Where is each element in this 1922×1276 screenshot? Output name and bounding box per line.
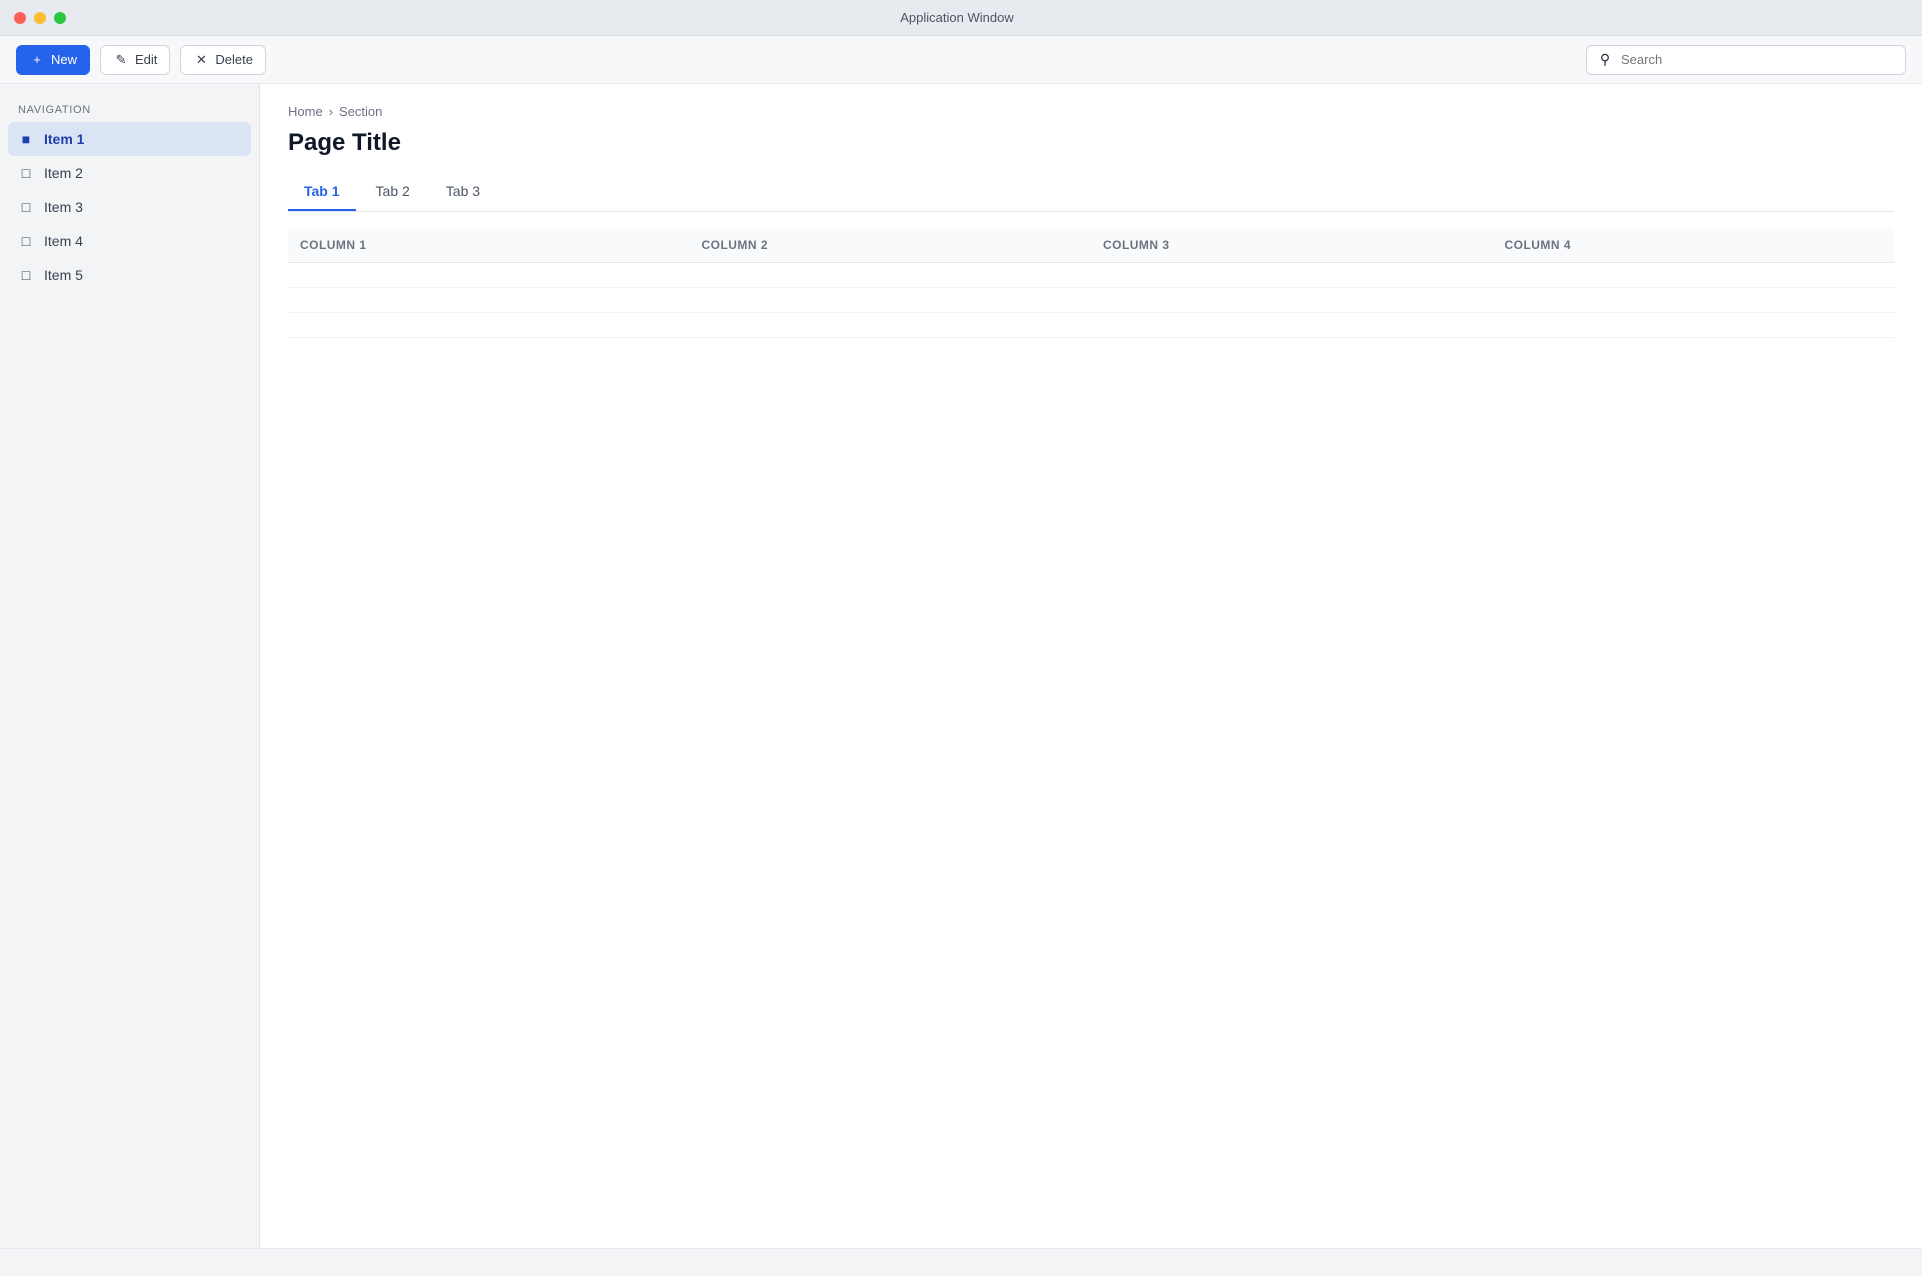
table-cell (288, 287, 690, 313)
breadcrumb-current: Section (339, 104, 383, 119)
toolbar: + New ✎ Edit ✕ Delete ⚲ (0, 36, 1922, 84)
table-cell (288, 312, 690, 338)
column-header[interactable]: Column 1 (288, 228, 690, 263)
table-row[interactable] (288, 287, 1894, 313)
main-content: Home › Section Page Title Tab 1 Tab 2 Ta… (260, 84, 1922, 1248)
table-header-row: Column 1 Column 2 Column 3 Column 4 (288, 228, 1894, 263)
table-cell (689, 262, 1091, 288)
sidebar-item-label: Item 4 (44, 233, 83, 249)
breadcrumb-separator: › (328, 104, 334, 119)
new-button[interactable]: + New (16, 44, 91, 75)
table-cell (1492, 312, 1894, 338)
folder-icon: ■ (21, 131, 31, 147)
app-window: Application Window + New ✎ Edit ✕ Delete… (0, 0, 1922, 1276)
folder-icon: □ (21, 199, 31, 215)
sidebar-item[interactable]: ■ Item 1 (8, 122, 251, 156)
table-row[interactable] (288, 262, 1894, 288)
sidebar-item[interactable]: □ Item 3 (8, 190, 251, 224)
app-body: Navigation ■ Item 1 □ Item 2 □ Item 3 □ … (0, 84, 1922, 1248)
edit-button-label: Edit (135, 52, 158, 67)
sidebar-item[interactable]: □ Item 5 (8, 258, 251, 292)
table-cell (1091, 262, 1493, 288)
folder-icon: □ (21, 165, 31, 181)
search-box: ⚲ (1586, 44, 1906, 75)
tab[interactable]: Tab 2 (360, 173, 426, 211)
tab[interactable]: Tab 1 (288, 173, 356, 211)
plus-icon: + (33, 52, 41, 67)
status-bar (0, 1248, 1922, 1276)
breadcrumb-link[interactable]: Home (288, 104, 323, 119)
sidebar-item[interactable]: □ Item 2 (8, 156, 251, 190)
table-cell (1091, 312, 1493, 338)
sidebar: Navigation ■ Item 1 □ Item 2 □ Item 3 □ … (0, 84, 260, 1248)
delete-button-label: Delete (215, 52, 253, 67)
sidebar-item-label: Item 3 (44, 199, 83, 215)
close-window-button[interactable] (14, 11, 26, 24)
table-cell (288, 262, 690, 288)
trash-icon: ✕ (195, 51, 207, 67)
sidebar-item-label: Item 5 (44, 267, 83, 283)
sidebar-item[interactable]: □ Item 4 (8, 224, 251, 258)
title-bar: Application Window (0, 0, 1922, 36)
table-cell (689, 312, 1091, 338)
window-controls (14, 11, 66, 24)
table-cell (1492, 262, 1894, 288)
folder-icon: □ (21, 267, 31, 283)
column-header[interactable]: Column 3 (1091, 228, 1493, 263)
column-header[interactable]: Column 2 (689, 228, 1091, 263)
search-input[interactable] (1621, 52, 1895, 67)
folder-icon: □ (21, 233, 31, 249)
tab[interactable]: Tab 3 (430, 173, 496, 211)
edit-button[interactable]: ✎ Edit (100, 44, 171, 75)
minimize-window-button[interactable] (34, 11, 46, 24)
sidebar-item-label: Item 2 (44, 165, 83, 181)
delete-button[interactable]: ✕ Delete (180, 44, 266, 75)
search-icon: ⚲ (1599, 51, 1611, 67)
window-title: Application Window (900, 10, 1014, 25)
pencil-icon: ✎ (115, 51, 127, 67)
table-cell (1492, 287, 1894, 313)
table-cell (689, 287, 1091, 313)
new-button-label: New (51, 52, 78, 67)
column-header[interactable]: Column 4 (1492, 228, 1894, 263)
tab-bar: Tab 1 Tab 2 Tab 3 (288, 173, 1894, 212)
table-cell (1091, 287, 1493, 313)
maximize-window-button[interactable] (54, 11, 66, 24)
page-title: Page Title (288, 129, 401, 156)
data-table: Column 1 Column 2 Column 3 Column 4 (288, 228, 1894, 338)
breadcrumb: Home › Section (288, 104, 1894, 119)
sidebar-item-label: Item 1 (44, 131, 85, 147)
sidebar-heading: Navigation (18, 104, 91, 116)
table-row[interactable] (288, 312, 1894, 338)
